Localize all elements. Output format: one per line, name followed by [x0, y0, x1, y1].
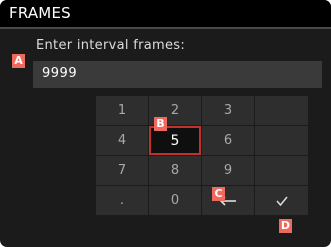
key-1[interactable]: 1 — [96, 96, 148, 125]
key-6[interactable]: 6 — [202, 126, 254, 155]
key-4[interactable]: 4 — [96, 126, 148, 155]
key-7[interactable]: 7 — [96, 156, 148, 185]
key-blank-1 — [255, 96, 308, 125]
key-8[interactable]: 8 — [149, 156, 201, 185]
title-bar: FRAMES — [0, 0, 331, 27]
key-decimal-point[interactable]: . — [96, 186, 148, 215]
marker-c: C — [212, 187, 225, 201]
key-blank-3 — [255, 156, 308, 185]
key-blank-2 — [255, 126, 308, 155]
page-title: FRAMES — [9, 4, 71, 22]
marker-b: B — [154, 117, 167, 131]
frames-input-field[interactable]: 9999 — [33, 61, 322, 88]
marker-a: A — [12, 54, 25, 68]
key-3[interactable]: 3 — [202, 96, 254, 125]
title-divider — [0, 27, 331, 29]
confirm-key[interactable] — [255, 186, 308, 215]
numeric-keypad: 1 2 3 4 5 6 7 8 9 . 0 — [96, 96, 311, 216]
frames-input-value: 9999 — [42, 66, 78, 81]
input-label: Enter interval frames: — [36, 38, 186, 53]
key-0[interactable]: 0 — [149, 186, 201, 215]
key-9[interactable]: 9 — [202, 156, 254, 185]
checkmark-icon — [275, 196, 288, 206]
marker-d: D — [279, 219, 292, 233]
backspace-key[interactable] — [202, 186, 254, 215]
